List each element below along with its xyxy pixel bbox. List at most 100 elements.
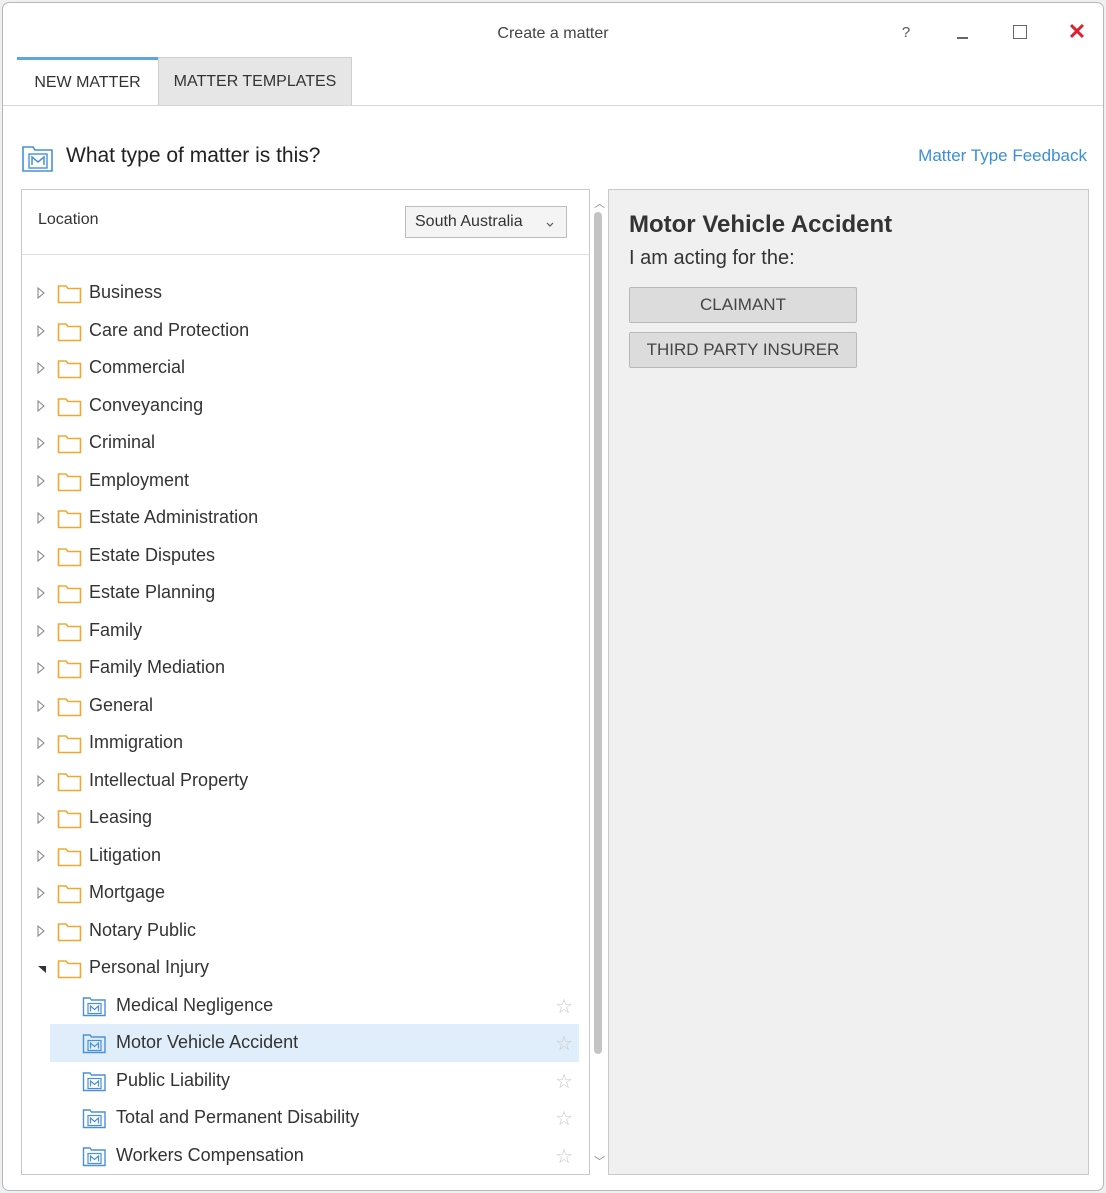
detail-subtitle: I am acting for the: <box>629 247 795 269</box>
matter-type-item[interactable]: Medical Negligence ☆ <box>22 987 579 1025</box>
star-icon[interactable]: ☆ <box>555 1069 573 1094</box>
matter-icon <box>82 1071 107 1097</box>
close-button[interactable]: ✕ <box>1062 19 1092 45</box>
tree-folder-label: Estate Planning <box>89 582 216 602</box>
tree-folder-label: Personal Injury <box>89 957 210 977</box>
triangle-right-icon[interactable] <box>36 774 46 792</box>
tree-scrollbar[interactable]: ︿ ﹀ <box>591 192 607 1171</box>
help-button[interactable]: ? <box>891 19 921 45</box>
star-icon[interactable]: ☆ <box>555 1106 573 1131</box>
folder-icon <box>57 358 82 384</box>
tree-folder-label: Intellectual Property <box>89 769 249 790</box>
folder-icon <box>57 883 82 909</box>
tree-folder-label: Estate Disputes <box>89 544 216 565</box>
tab-new-matter[interactable]: NEW MATTER <box>17 57 158 105</box>
folder-icon <box>57 958 82 984</box>
tree-folder-row[interactable]: Business <box>22 274 579 312</box>
triangle-right-icon[interactable] <box>36 886 46 904</box>
matter-type-label: Medical Negligence <box>116 994 274 1015</box>
tree-folder-label: Business <box>89 282 163 302</box>
tree-folder-label: Family Mediation <box>89 657 226 677</box>
matter-type-item[interactable]: Workers Compensation ☆ <box>22 1137 579 1175</box>
triangle-down-icon[interactable] <box>36 961 48 979</box>
minimize-icon <box>956 37 968 39</box>
star-icon[interactable]: ☆ <box>555 1144 573 1169</box>
matter-type-item[interactable]: Motor Vehicle Accident ☆ <box>50 1024 579 1062</box>
triangle-right-icon[interactable] <box>36 324 46 342</box>
triangle-right-icon[interactable] <box>36 549 46 567</box>
matter-type-item[interactable]: Total and Permanent Disability ☆ <box>22 1099 579 1137</box>
tree-folder-row[interactable]: Commercial <box>22 349 579 387</box>
tree-folder-row[interactable]: Estate Disputes <box>22 537 579 575</box>
folder-icon <box>57 433 82 459</box>
folder-icon <box>57 471 82 497</box>
third-party-insurer-button[interactable]: THIRD PARTY INSURER <box>629 332 857 368</box>
tree-folder-row[interactable]: Estate Planning <box>22 574 579 612</box>
tree-folder-label: Commercial <box>89 357 186 377</box>
triangle-right-icon[interactable] <box>36 511 46 529</box>
tree-folder-row[interactable]: Immigration <box>22 724 579 762</box>
triangle-right-icon[interactable] <box>36 399 46 417</box>
tree-folder-row[interactable]: Notary Public <box>22 912 579 950</box>
matter-icon <box>82 996 107 1022</box>
triangle-right-icon[interactable] <box>36 736 46 754</box>
triangle-right-icon[interactable] <box>36 849 46 867</box>
matter-icon <box>82 1108 107 1134</box>
triangle-right-icon[interactable] <box>36 924 46 942</box>
minimize-button[interactable] <box>947 19 977 45</box>
tree-folder-row[interactable]: Estate Administration <box>22 499 579 537</box>
tree-folder-row[interactable]: Mortgage <box>22 874 579 912</box>
folder-icon <box>57 546 82 572</box>
matter-type-label: Total and Permanent Disability <box>116 1107 360 1127</box>
star-icon[interactable]: ☆ <box>555 994 573 1019</box>
matter-detail-panel: Motor Vehicle Accident I am acting for t… <box>608 189 1089 1175</box>
maximize-button[interactable] <box>1005 19 1035 45</box>
title-bar: Create a matter ? ✕ <box>3 3 1103 57</box>
maximize-icon <box>1013 25 1027 39</box>
triangle-right-icon[interactable] <box>36 436 46 454</box>
scroll-up-icon[interactable]: ︿ <box>594 195 605 211</box>
location-select[interactable]: South Australia <box>405 206 567 238</box>
matter-type-label: Workers Compensation <box>116 1144 304 1165</box>
triangle-right-icon[interactable] <box>36 474 46 492</box>
triangle-right-icon[interactable] <box>36 586 46 604</box>
triangle-right-icon[interactable] <box>36 699 46 717</box>
claimant-button[interactable]: CLAIMANT <box>629 287 857 323</box>
triangle-right-icon[interactable] <box>36 361 46 379</box>
tree-folder-row-expanded[interactable]: Personal Injury <box>22 949 579 987</box>
triangle-right-icon[interactable] <box>36 661 46 679</box>
star-icon[interactable]: ☆ <box>555 1031 573 1056</box>
matter-icon <box>82 1146 107 1172</box>
folder-icon <box>57 733 82 759</box>
page-title: What type of matter is this? <box>66 144 321 167</box>
tree-folder-label: Litigation <box>89 844 162 865</box>
folder-icon <box>57 658 82 684</box>
triangle-right-icon[interactable] <box>36 624 46 642</box>
folder-icon <box>57 283 82 309</box>
tab-matter-templates[interactable]: MATTER TEMPLATES <box>158 57 352 105</box>
tree-folder-row[interactable]: Criminal <box>22 424 579 462</box>
folder-icon <box>57 396 82 422</box>
triangle-right-icon[interactable] <box>36 811 46 829</box>
tree-folder-row[interactable]: Litigation <box>22 837 579 875</box>
folder-icon <box>57 696 82 722</box>
scroll-down-icon[interactable]: ﹀ <box>594 1153 605 1169</box>
tree-folder-row[interactable]: Employment <box>22 462 579 500</box>
location-selected-value: South Australia <box>415 213 523 230</box>
matter-type-feedback-link[interactable]: Matter Type Feedback <box>918 146 1087 166</box>
tree-folder-row[interactable]: Intellectual Property <box>22 762 579 800</box>
tree-folder-row[interactable]: Conveyancing <box>22 387 579 425</box>
matter-type-label: Public Liability <box>116 1069 231 1090</box>
tree-folder-row[interactable]: Care and Protection <box>22 312 579 350</box>
matter-icon <box>82 1033 107 1059</box>
tree-folder-label: Family <box>89 619 142 640</box>
matter-type-tree: Business Care and Protection Commercial Con… <box>22 274 579 1174</box>
tree-folder-row[interactable]: General <box>22 687 579 725</box>
triangle-right-icon[interactable] <box>36 286 46 304</box>
close-icon: ✕ <box>1067 19 1087 44</box>
tree-folder-row[interactable]: Family <box>22 612 579 650</box>
tree-folder-row[interactable]: Leasing <box>22 799 579 837</box>
scroll-thumb[interactable] <box>594 212 602 1054</box>
tree-folder-row[interactable]: Family Mediation <box>22 649 579 687</box>
matter-type-item[interactable]: Public Liability ☆ <box>22 1062 579 1100</box>
